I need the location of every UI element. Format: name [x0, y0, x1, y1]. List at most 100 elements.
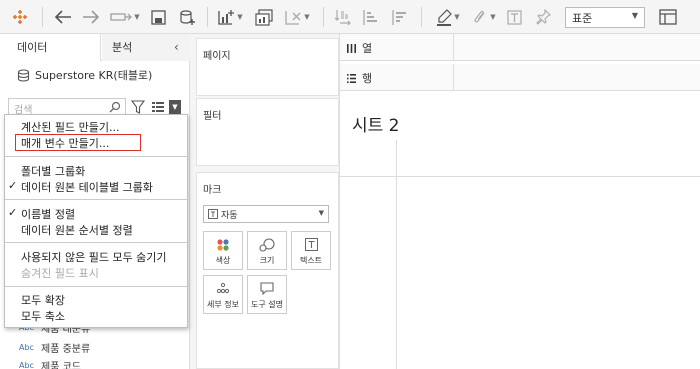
menu-separator: [5, 199, 187, 200]
marks-card-title: 마크: [203, 185, 222, 196]
label-button[interactable]: 텍스트: [291, 231, 331, 270]
search-icon: [109, 101, 121, 113]
columns-label: 열: [362, 42, 373, 55]
color-button[interactable]: 색상: [203, 231, 243, 270]
view-axis-line-vertical: [396, 140, 397, 369]
duplicate-sheet-icon[interactable]: [252, 5, 276, 29]
menu-item-expand-all[interactable]: 모두 확장: [21, 292, 65, 308]
menu-item-create-calculated-field[interactable]: 계산된 필드 만들기...: [21, 119, 119, 135]
tableau-logo-icon[interactable]: [8, 5, 32, 29]
menu-item-sort-by-name[interactable]: ✓ 이름별 정렬: [8, 206, 76, 222]
toolbar: ▼ ▼ ▼ ▼ ▼ 표준 ▼: [0, 0, 700, 34]
columns-shelf-label: 열: [346, 40, 372, 56]
checkmark-icon: ✓: [8, 179, 18, 192]
menu-separator: [5, 286, 187, 287]
menu-item-label: 계산된 필드 만들기...: [21, 121, 120, 134]
checkmark-icon: ✓: [8, 206, 18, 219]
string-type-icon: Abc: [19, 343, 34, 352]
data-pane-context-menu: 계산된 필드 만들기... 매개 변수 만들기... 폴더별 그룹화 ✓ 데이터…: [4, 114, 188, 328]
shelf-divider: [453, 64, 454, 91]
group-members-icon[interactable]: ▼: [468, 5, 500, 29]
columns-shelf[interactable]: 열: [340, 34, 700, 61]
shelf-divider: [453, 34, 454, 61]
color-icon: [204, 238, 242, 252]
menu-item-label: 숨겨진 필드 표시: [21, 267, 99, 280]
tooltip-button[interactable]: 도구 설명: [247, 275, 287, 314]
menu-item-label: 이름별 정렬: [21, 208, 76, 221]
show-cards-icon[interactable]: [656, 5, 680, 29]
menu-item-group-by-folder[interactable]: 폴더별 그룹화: [21, 163, 85, 179]
menu-separator: [5, 242, 187, 243]
database-icon: [17, 68, 30, 82]
menu-item-label: 데이터 원본 순서별 정렬: [21, 224, 133, 237]
tooltip-label: 도구 설명: [251, 300, 283, 309]
fit-select-value: 표준: [572, 12, 593, 25]
mark-type-value: 자동: [221, 210, 238, 221]
pane-tabs: 데이터 분석 ‹: [0, 34, 190, 61]
undo-icon[interactable]: [52, 5, 74, 29]
detail-button[interactable]: 세부 정보: [203, 275, 243, 314]
sort-descending-icon[interactable]: [389, 5, 409, 29]
menu-item-collapse-all[interactable]: 모두 축소: [21, 308, 65, 324]
tooltip-icon: [248, 282, 286, 295]
view-list-icon[interactable]: [151, 100, 165, 114]
rows-shelf-label: 행: [346, 70, 372, 86]
new-data-source-icon[interactable]: [176, 5, 198, 29]
rows-icon: [347, 73, 356, 83]
chevron-down-icon: ▼: [631, 11, 638, 20]
new-worksheet-icon[interactable]: ▼: [214, 5, 246, 29]
fit-select[interactable]: 표준 ▼: [565, 7, 645, 28]
field-name: 제품 코드: [41, 362, 81, 369]
filters-card[interactable]: 필터: [196, 98, 339, 166]
swap-rows-columns-icon[interactable]: [332, 5, 352, 29]
menu-item-label: 폴더별 그룹화: [21, 165, 86, 178]
menu-separator: [5, 156, 187, 157]
data-source-item[interactable]: Superstore KR(태블로): [17, 67, 152, 83]
menu-item-show-hidden-fields: 숨겨진 필드 표시: [21, 265, 99, 281]
menu-item-group-by-table[interactable]: ✓ 데이터 원본 테이블별 그룹화: [8, 179, 153, 195]
menu-item-sort-by-source-order[interactable]: 데이터 원본 순서별 정렬: [21, 222, 133, 238]
redo-icon[interactable]: [80, 5, 102, 29]
menu-item-label: 사용되지 않은 필드 모두 숨기기: [21, 251, 167, 264]
menu-item-label: 데이터 원본 테이블별 그룹화: [21, 181, 153, 194]
save-icon[interactable]: [148, 5, 168, 29]
field-name: 제품 중분류: [41, 344, 91, 355]
marks-card: 마크 자동 ▼ 색상 크기 텍스트 세부 정보 도구 설명: [196, 172, 339, 369]
text-icon: [292, 238, 330, 251]
highlight-icon[interactable]: ▼: [432, 5, 464, 29]
pin-axes-icon[interactable]: [533, 5, 553, 29]
clear-sheet-icon[interactable]: ▼: [281, 5, 313, 29]
text-label: 텍스트: [299, 256, 323, 265]
chevron-down-icon: ▼: [318, 209, 324, 217]
show-mark-labels-icon[interactable]: [504, 5, 524, 29]
size-button[interactable]: 크기: [247, 231, 287, 270]
highlight-box: [15, 134, 141, 151]
field-item[interactable]: Abc 제품 코드: [19, 358, 81, 369]
menu-item-label: 모두 확장: [21, 294, 65, 307]
cards-area: 페이지 필터 마크 자동 ▼ 색상 크기 텍스트 세부 정보 도구 설명: [190, 34, 339, 369]
data-pane-menu-button[interactable]: ▼: [169, 100, 181, 114]
pages-card[interactable]: 페이지: [196, 38, 339, 96]
filter-icon[interactable]: [131, 100, 145, 114]
collapse-pane-icon[interactable]: ‹: [174, 40, 179, 54]
pages-card-title: 페이지: [203, 51, 231, 62]
sheet-title[interactable]: 시트 2: [352, 111, 400, 136]
color-label: 색상: [215, 256, 231, 265]
view-axis-line-horizontal: [340, 176, 700, 177]
tab-data[interactable]: 데이터: [0, 34, 101, 61]
size-label: 크기: [259, 256, 275, 265]
detail-label: 세부 정보: [207, 300, 239, 309]
worksheet-area: 열 행 시트 2: [339, 34, 700, 369]
mark-type-icon: [208, 209, 218, 219]
rows-label: 행: [362, 72, 373, 85]
detail-icon: [204, 282, 242, 294]
columns-icon: [347, 43, 356, 53]
rows-shelf[interactable]: 행: [340, 64, 700, 91]
mark-type-select[interactable]: 자동 ▼: [203, 205, 329, 223]
menu-item-hide-unused-fields[interactable]: 사용되지 않은 필드 모두 숨기기: [21, 249, 167, 265]
menu-item-label: 모두 축소: [21, 310, 65, 323]
string-type-icon: Abc: [19, 361, 34, 369]
replace-data-source-icon[interactable]: ▼: [108, 5, 142, 29]
sort-ascending-icon[interactable]: [360, 5, 380, 29]
field-item[interactable]: Abc 제품 중분류: [19, 340, 90, 355]
